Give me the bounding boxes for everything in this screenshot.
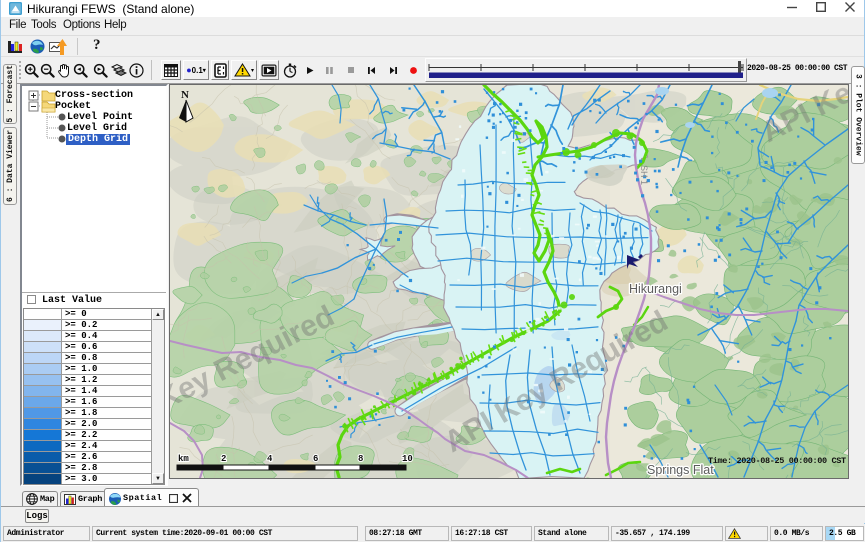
svg-text:4: 4 bbox=[267, 454, 273, 464]
svg-text:Time: 2020-08-25 00:00:00 CST: Time: 2020-08-25 00:00:00 CST bbox=[708, 456, 846, 466]
svg-text:SH 1: SH 1 bbox=[639, 165, 649, 185]
svg-text:2: 2 bbox=[221, 454, 226, 464]
svg-text:N: N bbox=[181, 89, 189, 101]
svg-text:6: 6 bbox=[313, 454, 318, 464]
svg-text:8: 8 bbox=[358, 454, 363, 464]
svg-text:Springs Flat: Springs Flat bbox=[647, 463, 714, 477]
svg-text:Hikurangi: Hikurangi bbox=[629, 282, 682, 296]
svg-text:km: km bbox=[178, 454, 189, 464]
svg-text:10: 10 bbox=[402, 454, 413, 464]
